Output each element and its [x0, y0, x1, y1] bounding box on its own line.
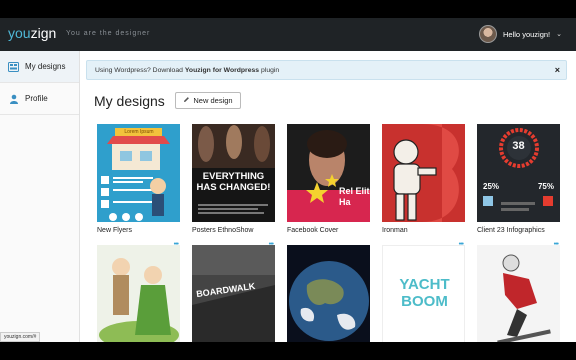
new-design-button[interactable]: New design	[175, 92, 241, 109]
info-banner: Using Wordpress? Download Youzign for Wo…	[86, 60, 567, 80]
sidebar-item-label: Profile	[25, 94, 48, 103]
user-icon	[8, 93, 19, 104]
design-thumbnail[interactable]: EVERYTHING HAS CHANGED!	[192, 124, 275, 222]
design-thumbnail[interactable]: YACHT BOOM	[382, 245, 465, 342]
sidebar-item-profile[interactable]: Profile	[0, 83, 79, 115]
plugin-link[interactable]: Youzign for Wordpress	[185, 67, 259, 74]
sidebar-item-my-designs[interactable]: My designs	[0, 51, 79, 83]
app-window: youzign You are the designer Hello youzi…	[0, 18, 576, 342]
design-card[interactable]: ••• BOARDWALK	[192, 241, 275, 342]
thumb-text: YACHT BOOM	[399, 276, 450, 310]
design-thumbnail[interactable]	[477, 245, 560, 342]
design-card[interactable]: Lorem Ipsum New Flyers	[97, 124, 180, 234]
main-content: Using Wordpress? Download Youzign for Wo…	[80, 51, 576, 342]
grid-icon	[8, 61, 19, 72]
design-thumbnail[interactable]	[287, 245, 370, 342]
pencil-icon	[183, 96, 190, 105]
design-caption: Ironman	[382, 227, 408, 234]
design-thumbnail[interactable]	[97, 245, 180, 342]
design-card[interactable]	[287, 245, 370, 342]
thumb-text: 38	[512, 140, 525, 152]
design-card[interactable]: •••	[97, 241, 180, 342]
design-card[interactable]: EVERYTHING HAS CHANGED! Posters EthnoSho…	[192, 124, 275, 234]
sidebar-item-label: My designs	[25, 62, 66, 71]
thumb-text: Rel Elite Ha	[339, 186, 370, 207]
top-bar: youzign You are the designer Hello youzi…	[0, 18, 576, 51]
tagline: You are the designer	[66, 30, 151, 37]
close-icon[interactable]: ×	[555, 65, 560, 75]
design-thumbnail[interactable]: Rel Elite Ha	[287, 124, 370, 222]
design-card[interactable]: ••• YACHT BOOM	[382, 241, 465, 342]
stat-value: 25%	[483, 182, 500, 191]
thumb-text: Lorem Ipsum	[124, 129, 154, 135]
design-card[interactable]: Rel Elite Ha Facebook Cover	[287, 124, 370, 234]
design-card[interactable]: 38 25% 75% Client 23 Infographics	[477, 124, 560, 234]
design-thumbnail[interactable]: BOARDWALK	[192, 245, 275, 342]
design-thumbnail[interactable]	[382, 124, 465, 222]
stat-value: 75%	[537, 182, 554, 191]
design-card[interactable]: •••	[477, 241, 560, 342]
design-caption: Client 23 Infographics	[477, 227, 545, 234]
sidebar: My designs Profile	[0, 51, 80, 342]
chevron-down-icon[interactable]: ⌄	[556, 30, 562, 38]
page-title: My designs	[94, 93, 165, 109]
design-thumbnail[interactable]: Lorem Ipsum	[97, 124, 180, 222]
design-thumbnail[interactable]: 38 25% 75%	[477, 124, 560, 222]
logo[interactable]: youzign	[8, 25, 56, 41]
status-url: youzign.com/#	[0, 332, 41, 342]
design-caption: Facebook Cover	[287, 227, 339, 234]
avatar[interactable]	[479, 25, 498, 43]
user-menu[interactable]: Hello youzign! ⌄	[479, 25, 562, 43]
thumb-text: EVERYTHING HAS CHANGED!	[196, 171, 271, 193]
greeting: Hello youzign!	[503, 29, 551, 39]
design-card[interactable]: Ironman	[382, 124, 465, 234]
design-caption: Posters EthnoShow	[192, 227, 254, 234]
design-caption: New Flyers	[97, 227, 133, 234]
